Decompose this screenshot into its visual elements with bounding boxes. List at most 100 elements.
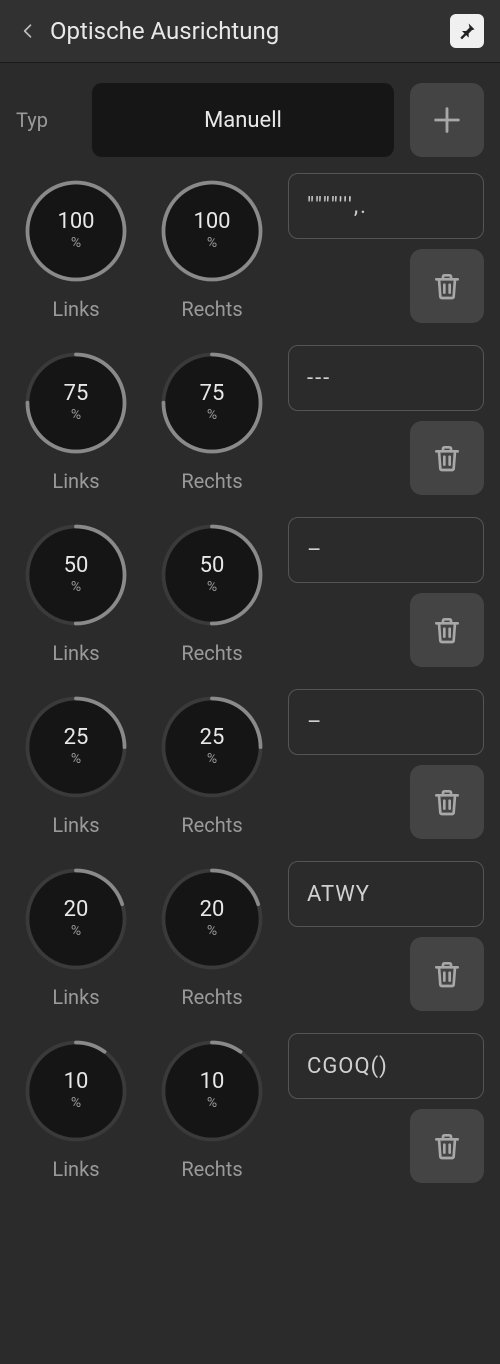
- right-dial-unit: %: [207, 1095, 217, 1111]
- right-dial-wrap: 50 % Rechts: [152, 519, 272, 665]
- left-dial-wrap: 50 % Links: [16, 519, 136, 665]
- left-dial-label: Links: [52, 469, 99, 493]
- right-dial[interactable]: 50 %: [156, 519, 268, 631]
- right-dial[interactable]: 20 %: [156, 863, 268, 975]
- right-dial[interactable]: 25 %: [156, 691, 268, 803]
- left-dial[interactable]: 25 %: [20, 691, 132, 803]
- left-dial-value: 75: [64, 383, 89, 405]
- characters-input[interactable]: ATWY: [288, 861, 484, 927]
- left-dial[interactable]: 50 %: [20, 519, 132, 631]
- left-dial[interactable]: 20 %: [20, 863, 132, 975]
- delete-rule-button[interactable]: [410, 421, 484, 495]
- right-dial-label: Rechts: [181, 297, 242, 321]
- left-dial-value: 10: [64, 1071, 89, 1093]
- add-rule-button[interactable]: [410, 83, 484, 157]
- left-dial-value: 25: [64, 727, 89, 749]
- left-dial-label: Links: [52, 813, 99, 837]
- trash-icon: [431, 270, 463, 302]
- trash-icon: [431, 786, 463, 818]
- left-dial-unit: %: [71, 579, 81, 595]
- left-dial-wrap: 75 % Links: [16, 347, 136, 493]
- delete-rule-button[interactable]: [410, 937, 484, 1011]
- rule-row: 100 % Links 100 % Rechts """"''',.: [16, 173, 484, 323]
- left-dial-unit: %: [71, 923, 81, 939]
- right-dial-wrap: 25 % Rechts: [152, 691, 272, 837]
- left-dial-value: 50: [64, 555, 89, 577]
- delete-rule-button[interactable]: [410, 765, 484, 839]
- characters-input[interactable]: –: [288, 517, 484, 583]
- trash-icon: [431, 442, 463, 474]
- left-dial-unit: %: [71, 751, 81, 767]
- characters-value: """"''',.: [307, 194, 368, 219]
- panel-title: Optische Ausrichtung: [50, 17, 279, 45]
- characters-value: –: [307, 710, 323, 735]
- characters-input[interactable]: ---: [288, 345, 484, 411]
- right-dial-label: Rechts: [181, 985, 242, 1009]
- rule-row: 50 % Links 50 % Rechts –: [16, 517, 484, 667]
- rules-list: 100 % Links 100 % Rechts """"''',.: [0, 161, 500, 1183]
- right-dial-unit: %: [207, 579, 217, 595]
- right-dial[interactable]: 100 %: [156, 175, 268, 287]
- delete-rule-button[interactable]: [410, 249, 484, 323]
- characters-value: CGOQ(): [307, 1054, 388, 1079]
- delete-rule-button[interactable]: [410, 593, 484, 667]
- left-dial-unit: %: [71, 235, 81, 251]
- trash-icon: [431, 1130, 463, 1162]
- right-dial-wrap: 100 % Rechts: [152, 175, 272, 321]
- right-dial-label: Rechts: [181, 469, 242, 493]
- right-dial-value: 10: [200, 1071, 225, 1093]
- characters-value: ATWY: [307, 882, 370, 907]
- right-dial[interactable]: 10 %: [156, 1035, 268, 1147]
- left-dial-wrap: 10 % Links: [16, 1035, 136, 1181]
- characters-input[interactable]: –: [288, 689, 484, 755]
- rule-row: 20 % Links 20 % Rechts ATWY: [16, 861, 484, 1011]
- left-dial-label: Links: [52, 985, 99, 1009]
- left-dial-unit: %: [71, 1095, 81, 1111]
- right-dial-value: 25: [200, 727, 225, 749]
- left-dial-label: Links: [52, 1157, 99, 1181]
- pin-button[interactable]: [450, 14, 484, 48]
- left-dial-label: Links: [52, 641, 99, 665]
- trash-icon: [431, 614, 463, 646]
- pin-icon: [457, 21, 477, 41]
- right-dial-value: 20: [200, 899, 225, 921]
- plus-icon: [430, 103, 464, 137]
- rule-row: 25 % Links 25 % Rechts –: [16, 689, 484, 839]
- right-dial-label: Rechts: [181, 641, 242, 665]
- type-select[interactable]: Manuell: [92, 83, 394, 157]
- characters-input[interactable]: CGOQ(): [288, 1033, 484, 1099]
- characters-value: ---: [307, 366, 331, 391]
- right-dial-value: 50: [200, 555, 225, 577]
- left-dial-value: 20: [64, 899, 89, 921]
- right-dial-value: 75: [200, 383, 225, 405]
- right-dial-unit: %: [207, 923, 217, 939]
- right-dial-unit: %: [207, 235, 217, 251]
- chevron-left-icon: [18, 21, 38, 41]
- left-dial-value: 100: [57, 211, 94, 233]
- left-dial-label: Links: [52, 297, 99, 321]
- right-dial-unit: %: [207, 751, 217, 767]
- right-dial-wrap: 10 % Rechts: [152, 1035, 272, 1181]
- right-dial-label: Rechts: [181, 813, 242, 837]
- characters-input[interactable]: """"''',.: [288, 173, 484, 239]
- right-dial[interactable]: 75 %: [156, 347, 268, 459]
- delete-rule-button[interactable]: [410, 1109, 484, 1183]
- left-dial[interactable]: 75 %: [20, 347, 132, 459]
- left-dial-wrap: 20 % Links: [16, 863, 136, 1009]
- type-select-value: Manuell: [204, 108, 282, 133]
- left-dial[interactable]: 10 %: [20, 1035, 132, 1147]
- right-dial-wrap: 75 % Rechts: [152, 347, 272, 493]
- left-dial-wrap: 25 % Links: [16, 691, 136, 837]
- right-dial-value: 100: [193, 211, 230, 233]
- right-dial-wrap: 20 % Rechts: [152, 863, 272, 1009]
- left-dial[interactable]: 100 %: [20, 175, 132, 287]
- type-label: Typ: [16, 108, 76, 132]
- rule-row: 75 % Links 75 % Rechts ---: [16, 345, 484, 495]
- panel-header: Optische Ausrichtung: [0, 0, 500, 63]
- characters-value: –: [307, 538, 323, 563]
- right-dial-label: Rechts: [181, 1157, 242, 1181]
- left-dial-unit: %: [71, 407, 81, 423]
- back-button[interactable]: [16, 19, 40, 43]
- type-row: Typ Manuell: [0, 63, 500, 161]
- right-dial-unit: %: [207, 407, 217, 423]
